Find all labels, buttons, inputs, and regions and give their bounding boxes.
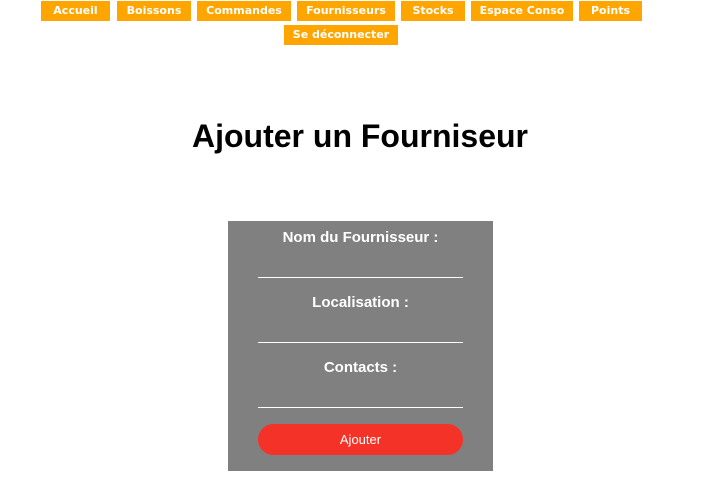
logout-button[interactable]: Se déconnecter <box>284 25 398 45</box>
nav-button-espace-conso[interactable]: Espace Conso <box>471 1 573 21</box>
top-navigation: Accueil Boissons Commandes Fournisseurs … <box>0 0 720 50</box>
nav-button-boissons[interactable]: Boissons <box>117 1 191 21</box>
supplier-name-input[interactable] <box>258 256 463 278</box>
supplier-name-label: Nom du Fournisseur : <box>282 229 439 246</box>
contacts-label: Contacts : <box>323 359 398 376</box>
add-supplier-form: Nom du Fournisseur : Localisation : Cont… <box>228 221 493 471</box>
nav-button-accueil[interactable]: Accueil <box>41 1 110 21</box>
add-button[interactable]: Ajouter <box>258 424 463 455</box>
location-label: Localisation : <box>312 294 409 311</box>
nav-button-fournisseurs[interactable]: Fournisseurs <box>297 1 395 21</box>
location-input[interactable] <box>258 321 463 343</box>
nav-button-points[interactable]: Points <box>579 1 642 21</box>
page-title: Ajouter un Fourniseur <box>192 118 528 154</box>
contacts-input[interactable] <box>258 386 463 408</box>
nav-button-stocks[interactable]: Stocks <box>401 1 465 21</box>
nav-button-commandes[interactable]: Commandes <box>197 1 291 21</box>
